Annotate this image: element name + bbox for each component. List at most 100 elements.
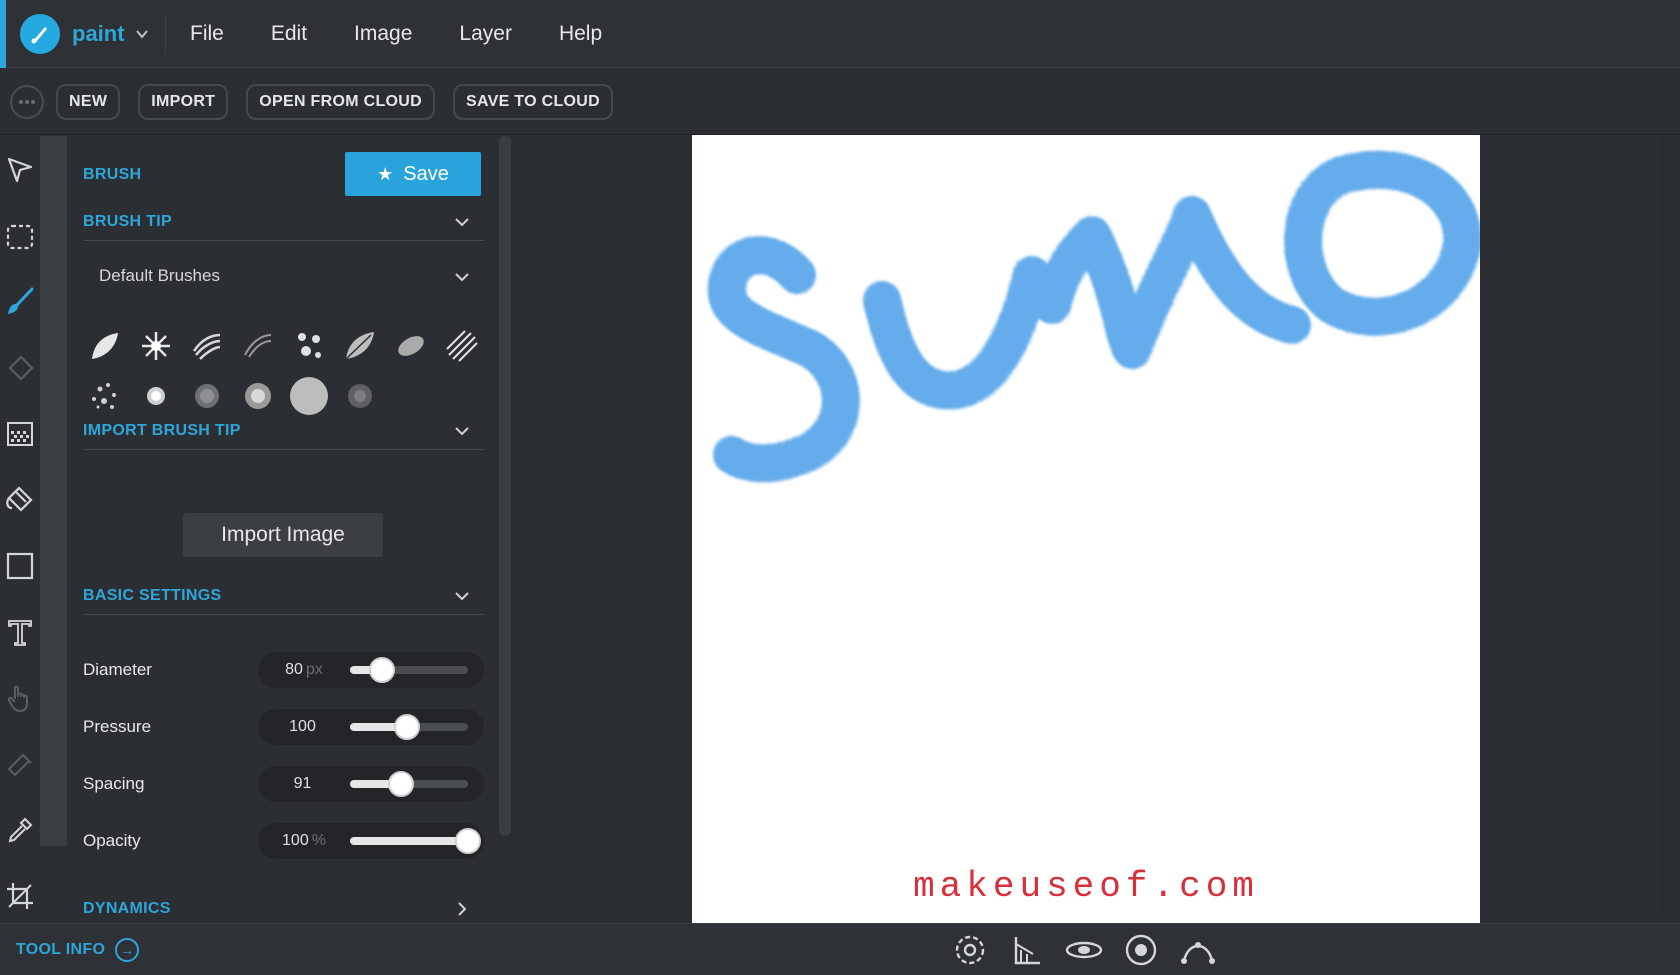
import-image-button[interactable]: Import Image <box>183 513 383 557</box>
tool-info-label: TOOL INFO <box>16 941 106 958</box>
brush-tip-scatter-icon[interactable] <box>85 376 125 416</box>
divider <box>83 240 485 241</box>
new-button[interactable]: NEW <box>56 83 121 120</box>
spacing-control: 91 <box>258 766 484 802</box>
eyedropper-icon[interactable] <box>2 812 38 848</box>
right-panel-edge <box>1662 136 1680 912</box>
dynamics-title[interactable]: DYNAMICS <box>83 900 171 918</box>
brush-tip-streak-icon[interactable] <box>187 326 227 366</box>
menu-help[interactable]: Help <box>559 22 602 46</box>
menu-layer[interactable]: Layer <box>459 22 512 46</box>
divider <box>83 614 485 615</box>
status-bar: TOOL INFO → <box>0 923 1680 975</box>
pressure-value-field[interactable]: 100 <box>258 709 350 745</box>
diameter-label: Diameter <box>83 660 152 679</box>
chevron-down-icon[interactable] <box>453 213 471 231</box>
save-label: Save <box>403 162 449 185</box>
pressure-value: 100 <box>289 718 316 735</box>
app-menu-button[interactable]: paint <box>20 14 166 54</box>
view-eye-icon[interactable] <box>1064 932 1104 968</box>
opacity-value-field[interactable]: 100% <box>258 823 350 859</box>
brush-tip-title[interactable]: BRUSH TIP <box>83 213 172 231</box>
menu-edit[interactable]: Edit <box>271 22 307 46</box>
pressure-slider[interactable] <box>350 714 468 740</box>
spacing-value: 91 <box>293 775 312 792</box>
brush-tip-hatch-icon[interactable] <box>442 326 482 366</box>
dots-icon <box>19 99 35 104</box>
chevron-down-icon[interactable] <box>453 422 471 440</box>
watermark-text: makeuseof.com <box>913 866 1259 907</box>
path-curve-icon[interactable] <box>1178 932 1218 968</box>
save-brush-button[interactable]: ★ Save <box>345 152 481 196</box>
target-icon[interactable] <box>1121 932 1161 968</box>
pressure-slider-thumb[interactable] <box>393 714 420 740</box>
app-name: paint <box>72 21 125 46</box>
pressure-label: Pressure <box>83 717 152 736</box>
import-brush-tip-title[interactable]: IMPORT BRUSH TIP <box>83 422 241 440</box>
drawing-canvas[interactable]: makeuseof.com <box>692 135 1482 923</box>
save-to-cloud-button[interactable]: SAVE TO CLOUD <box>452 83 613 120</box>
panel-scrollbar[interactable] <box>499 136 511 836</box>
brush-tip-feather-icon[interactable] <box>340 326 380 366</box>
brush-panel: BRUSH ★ Save BRUSH TIP Default Brushes I… <box>67 136 497 920</box>
menubar: paint File Edit Image Layer Help <box>0 0 1680 68</box>
spacing-value-field[interactable]: 91 <box>258 766 350 802</box>
diameter-control: 80 px <box>258 652 484 688</box>
menu-image[interactable]: Image <box>354 22 412 46</box>
action-toolbar: NEW IMPORT OPEN FROM CLOUD SAVE TO CLOUD <box>0 69 1680 135</box>
opacity-slider-fill <box>350 837 468 845</box>
menu-file[interactable]: File <box>190 22 224 46</box>
brush-tip-soft-dot-icon[interactable] <box>136 376 176 416</box>
chevron-down-icon[interactable] <box>453 587 471 605</box>
spacing-slider-thumb[interactable] <box>387 771 414 797</box>
select-arrow-icon[interactable] <box>2 152 38 188</box>
brush-tip-cluster-icon[interactable] <box>289 326 329 366</box>
accent-strip <box>0 0 6 68</box>
brush-tip-chalk-icon[interactable] <box>391 326 431 366</box>
rectangle-icon[interactable] <box>2 548 38 584</box>
diameter-value: 80 <box>285 661 303 678</box>
brush-tip-sponge-icon[interactable] <box>340 376 380 416</box>
settings-gear-icon[interactable] <box>950 932 990 968</box>
star-icon: ★ <box>377 163 394 184</box>
open-from-cloud-button[interactable]: OPEN FROM CLOUD <box>246 83 435 120</box>
brush-icon[interactable] <box>2 284 38 320</box>
crop-icon[interactable] <box>2 878 38 914</box>
basic-settings-title[interactable]: BASIC SETTINGS <box>83 587 221 605</box>
chevron-down-icon[interactable] <box>453 268 471 286</box>
sumo-brush-strokes <box>707 150 1482 483</box>
chevron-right-icon[interactable] <box>453 900 471 918</box>
brush-tip-dry-icon[interactable] <box>238 326 278 366</box>
brush-tip-round-icon[interactable] <box>289 376 329 416</box>
diameter-slider-thumb[interactable] <box>368 657 395 683</box>
pattern-icon[interactable] <box>2 416 38 452</box>
brush-tip-noise-icon[interactable] <box>187 376 227 416</box>
more-options-button[interactable] <box>10 84 44 119</box>
opacity-unit: % <box>311 832 326 849</box>
brush-tip-leaf-icon[interactable] <box>85 326 125 366</box>
main-menu: File Edit Image Layer Help <box>190 0 649 68</box>
diameter-value-field[interactable]: 80 px <box>258 652 350 688</box>
panel-edge <box>40 136 67 846</box>
guides-icon[interactable] <box>1007 932 1047 968</box>
opacity-slider-thumb[interactable] <box>455 828 481 854</box>
hand-icon[interactable] <box>2 680 38 716</box>
brush-set-dropdown[interactable]: Default Brushes <box>99 266 220 286</box>
marquee-icon[interactable] <box>2 218 38 254</box>
eraser-icon[interactable] <box>2 350 38 386</box>
opacity-slider[interactable] <box>350 828 481 854</box>
bucket-icon[interactable] <box>2 482 38 518</box>
diameter-slider[interactable] <box>350 657 468 683</box>
spacing-slider[interactable] <box>350 771 468 797</box>
brush-tip-flower-icon[interactable] <box>238 376 278 416</box>
smudge-icon[interactable] <box>2 746 38 782</box>
opacity-control: 100% <box>258 823 484 859</box>
brush-title: BRUSH <box>83 166 142 183</box>
import-button[interactable]: IMPORT <box>138 83 229 120</box>
opacity-value: 100 <box>282 832 309 849</box>
text-icon[interactable] <box>2 614 38 650</box>
tool-info-button[interactable]: TOOL INFO → <box>16 938 140 962</box>
canvas-controls <box>950 932 1235 968</box>
brush-tip-splat-icon[interactable] <box>136 326 176 366</box>
opacity-label: Opacity <box>83 831 141 850</box>
